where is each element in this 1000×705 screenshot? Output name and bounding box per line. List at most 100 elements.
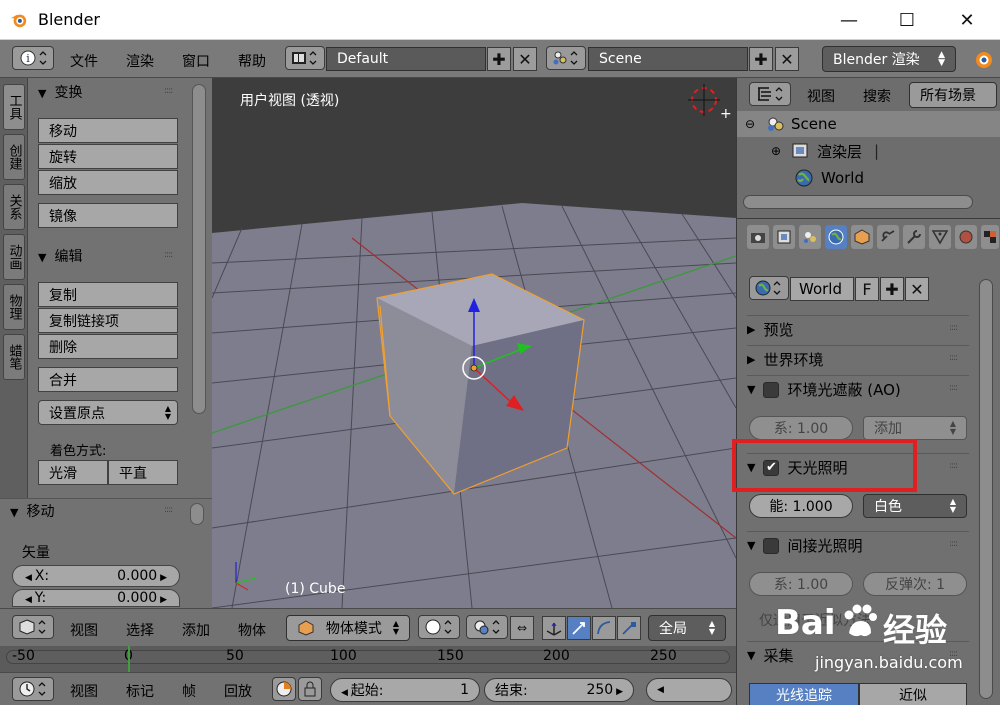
mode-dropdown[interactable]: 物体模式 ▲ ▼: [286, 615, 410, 641]
vector-x-field[interactable]: ◀ X: 0.000 ▶: [12, 565, 180, 587]
world-tab-icon[interactable]: [825, 225, 847, 249]
viewport-menu-select[interactable]: 选择: [126, 620, 154, 640]
drag-grip-icon[interactable]: ::::: [949, 353, 958, 363]
tab-physics[interactable]: 物理: [3, 284, 25, 330]
move-panel-header[interactable]: ▼ 移动: [10, 501, 54, 521]
scene-name[interactable]: Scene: [588, 47, 748, 71]
indirect-factor-field[interactable]: 系: 1.00: [749, 572, 853, 596]
drag-grip-icon[interactable]: ::::: [164, 505, 173, 515]
timeline-scrollbar[interactable]: [6, 650, 730, 664]
delete-button[interactable]: 删除: [38, 334, 178, 359]
env-color-dropdown[interactable]: 白色 ▲ ▼: [863, 494, 967, 518]
menu-window[interactable]: 窗口: [182, 51, 210, 71]
indirect-bounces-field[interactable]: 反弹次: 1: [863, 572, 967, 596]
tool-shelf-scrollbar[interactable]: [192, 84, 206, 414]
manipulator-center-icon[interactable]: ⇔: [510, 616, 534, 640]
outliner-hscrollbar[interactable]: [743, 195, 973, 209]
minimize-button[interactable]: —: [820, 0, 878, 40]
menu-render[interactable]: 渲染: [126, 51, 154, 71]
duplicate-linked-button[interactable]: 复制链接项: [38, 308, 178, 333]
properties-scrollbar[interactable]: [979, 279, 993, 699]
rotate-manipulator-icon[interactable]: [592, 616, 616, 640]
texture-tab-icon[interactable]: [981, 225, 999, 249]
env-energy-field[interactable]: 能: 1.000: [749, 494, 853, 518]
world-env-panel-header[interactable]: ▶ 世界环境: [747, 345, 969, 373]
set-origin-dropdown[interactable]: 设置原点 ▲ ▼: [38, 400, 178, 425]
edit-panel-header[interactable]: ▼ 编辑: [38, 246, 82, 266]
drag-grip-icon[interactable]: ::::: [949, 461, 958, 471]
expand-icon[interactable]: ⊕: [771, 144, 785, 158]
outliner-display-filter[interactable]: 所有场景: [909, 82, 997, 108]
duplicate-button[interactable]: 复制: [38, 282, 178, 307]
fake-user-button[interactable]: F: [855, 277, 879, 301]
current-frame-marker[interactable]: [128, 646, 130, 672]
menu-help[interactable]: 帮助: [238, 51, 266, 71]
scene-tab-icon[interactable]: [799, 225, 821, 249]
scale-button[interactable]: 缩放: [38, 170, 178, 195]
outliner-menu-view[interactable]: 视图: [807, 86, 835, 106]
drag-grip-icon[interactable]: ::::: [164, 250, 173, 260]
scale-manipulator-icon[interactable]: [617, 616, 641, 640]
operator-scrollbar[interactable]: [190, 503, 204, 525]
menu-file[interactable]: 文件: [70, 51, 98, 71]
render-engine-dropdown[interactable]: Blender 渲染 ▲ ▼: [822, 46, 956, 72]
manipulator-toggle-icon[interactable]: [542, 616, 566, 640]
vector-y-field[interactable]: ◀ Y: 0.000 ▶: [12, 589, 180, 607]
timeline-ruler[interactable]: -50 0 50 100 150 200 250: [0, 646, 736, 672]
screen-layout-name[interactable]: Default: [326, 47, 486, 71]
remove-scene-button[interactable]: ✕: [775, 47, 799, 71]
drag-grip-icon[interactable]: ::::: [949, 383, 958, 393]
tab-grease-pencil[interactable]: 蜡笔: [3, 334, 25, 380]
unlink-world-button[interactable]: ✕: [905, 277, 929, 301]
world-name-field[interactable]: World: [790, 277, 854, 301]
collapse-icon[interactable]: ⊖: [745, 117, 759, 131]
tab-relations[interactable]: 关系: [3, 184, 25, 230]
3d-viewport[interactable]: 用户视图 (透视) (1) Cube +: [212, 78, 736, 608]
orientation-dropdown[interactable]: 全局 ▲ ▼: [648, 615, 726, 641]
shade-smooth-button[interactable]: 光滑: [38, 460, 108, 485]
translate-manipulator-icon[interactable]: [567, 616, 591, 640]
timeline-menu-view[interactable]: 视图: [70, 681, 98, 701]
viewport-menu-object[interactable]: 物体: [238, 620, 266, 640]
viewport-menu-add[interactable]: 添加: [182, 620, 210, 640]
viewport-editor-type[interactable]: [12, 615, 54, 639]
start-frame-field[interactable]: ◀ 起始: 1: [330, 678, 480, 702]
lock-icon[interactable]: [298, 677, 322, 701]
render-layers-tab-icon[interactable]: [773, 225, 795, 249]
pivot-dropdown[interactable]: [466, 615, 508, 639]
timeline-menu-frame[interactable]: 帧: [182, 681, 196, 701]
drag-grip-icon[interactable]: ::::: [949, 539, 958, 549]
ao-panel-header[interactable]: ▼ 环境光遮蔽 (AO): [747, 375, 969, 403]
transform-panel-header[interactable]: ▼ 变换: [38, 82, 82, 102]
current-frame-field[interactable]: ◀: [646, 678, 732, 702]
modifiers-tab-icon[interactable]: [903, 225, 925, 249]
tab-animation[interactable]: 动画: [3, 234, 25, 280]
constraints-tab-icon[interactable]: [877, 225, 899, 249]
gather-approx-button[interactable]: 近似: [859, 683, 967, 705]
timeline-menu-playback[interactable]: 回放: [224, 681, 252, 701]
ao-checkbox[interactable]: [763, 381, 780, 398]
tab-tools[interactable]: 工具: [3, 84, 25, 130]
shading-dropdown[interactable]: [418, 615, 460, 639]
screen-layout-selector[interactable]: [285, 46, 325, 70]
outliner-menu-search[interactable]: 搜索: [863, 86, 891, 106]
indirect-panel-header[interactable]: ▼ 间接光照明: [747, 531, 969, 559]
data-tab-icon[interactable]: [929, 225, 951, 249]
remove-screen-button[interactable]: ✕: [513, 47, 537, 71]
translate-button[interactable]: 移动: [38, 118, 178, 143]
render-tab-icon[interactable]: [747, 225, 769, 249]
join-button[interactable]: 合并: [38, 367, 178, 392]
preview-range-icon[interactable]: [272, 677, 296, 701]
outliner-row-scene[interactable]: ⊖ Scene: [737, 111, 1000, 137]
gather-raytrace-button[interactable]: 光线追踪: [749, 683, 859, 705]
mirror-button[interactable]: 镜像: [38, 203, 178, 228]
ao-blend-dropdown[interactable]: 添加 ▲ ▼: [863, 416, 967, 440]
indirect-checkbox[interactable]: [763, 537, 780, 554]
add-screen-button[interactable]: ✚: [487, 47, 511, 71]
world-browse-button[interactable]: [749, 276, 789, 300]
tab-create[interactable]: 创建: [3, 134, 25, 180]
rotate-button[interactable]: 旋转: [38, 144, 178, 169]
scene-selector[interactable]: [546, 46, 586, 70]
drag-grip-icon[interactable]: ::::: [164, 86, 173, 96]
object-tab-icon[interactable]: [851, 225, 873, 249]
